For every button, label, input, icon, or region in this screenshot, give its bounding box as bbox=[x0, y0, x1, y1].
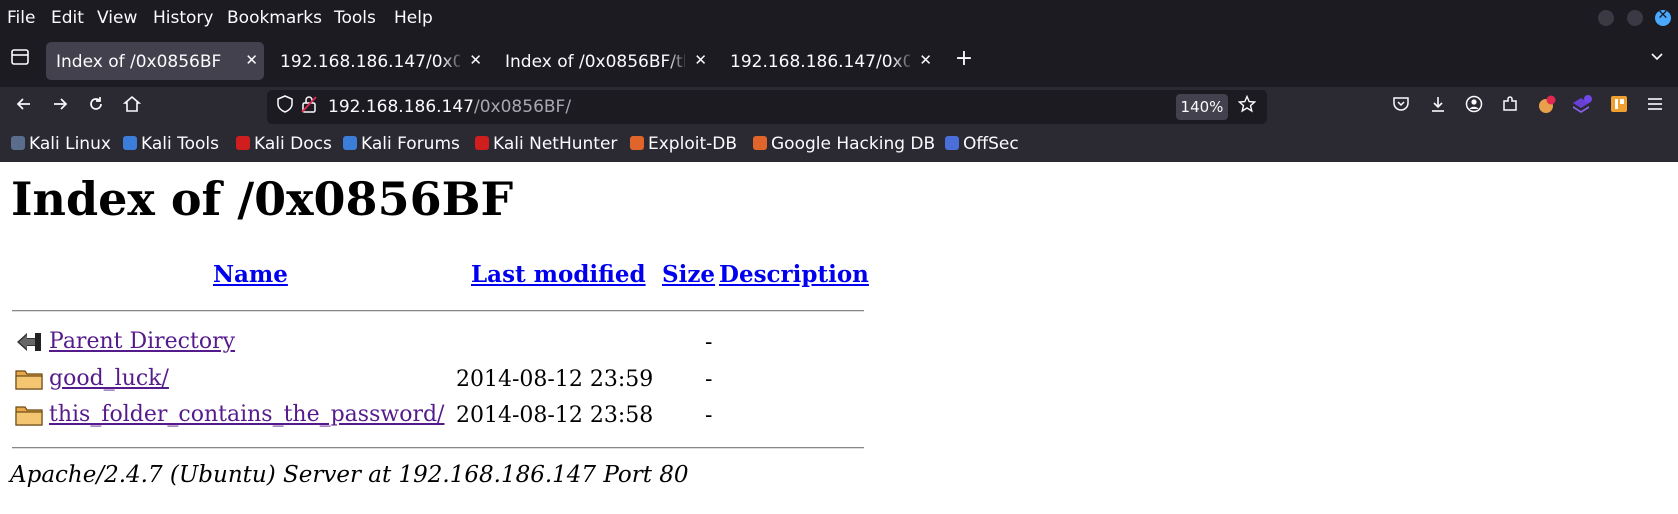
back-icon bbox=[15, 329, 43, 354]
tab-4-close-icon[interactable]: ✕ bbox=[919, 51, 932, 69]
tab-4[interactable]: 192.168.186.147/0x0856BF ✕ bbox=[720, 42, 938, 80]
bookmark-kali-forums[interactable]: Kali Forums bbox=[343, 134, 460, 154]
extension-icon-1[interactable] bbox=[1535, 95, 1559, 119]
kali-forums-icon bbox=[343, 136, 357, 150]
bookmarks-toolbar: Kali Linux Kali Tools Kali Docs Kali For… bbox=[0, 127, 1678, 162]
url-text[interactable]: 192.168.186.147/0x0856BF/ bbox=[328, 97, 571, 117]
close-icon: ✕ bbox=[1657, 8, 1669, 23]
row-name-link[interactable]: Parent Directory bbox=[49, 329, 235, 354]
bookmark-kali-tools[interactable]: Kali Tools bbox=[123, 134, 219, 154]
bookmark-exploit-db[interactable]: Exploit-DB bbox=[630, 134, 737, 154]
row-date: 2014-08-12 23:59 bbox=[456, 367, 654, 392]
account-icon[interactable] bbox=[1462, 95, 1486, 119]
tab-3-title: Index of /0x0856BF/this_folder bbox=[505, 52, 685, 72]
home-icon[interactable] bbox=[120, 95, 144, 119]
tab-1-close-icon[interactable]: ✕ bbox=[245, 51, 258, 69]
folder-icon bbox=[15, 366, 43, 391]
insecure-lock-icon[interactable] bbox=[297, 95, 321, 119]
close-window-button[interactable]: ✕ bbox=[1655, 8, 1671, 26]
exploit-db-icon bbox=[630, 136, 644, 150]
divider bbox=[12, 447, 864, 449]
url-bar[interactable]: 192.168.186.147/0x0856BF/ 140% bbox=[267, 90, 1267, 124]
bookmark-kali-nethunter[interactable]: Kali NetHunter bbox=[475, 134, 617, 154]
extension-icon-2[interactable] bbox=[1570, 95, 1594, 119]
row-size: - bbox=[705, 367, 713, 392]
tab-3[interactable]: Index of /0x0856BF/this_folder ✕ bbox=[495, 42, 713, 80]
page-content: Index of /0x0856BF Name Last modified Si… bbox=[0, 162, 1678, 514]
extensions-puzzle-icon[interactable] bbox=[1498, 95, 1522, 119]
maximize-button[interactable] bbox=[1627, 10, 1643, 26]
tab-1[interactable]: Index of /0x0856BF ✕ bbox=[46, 42, 264, 80]
nav-toolbar: 192.168.186.147/0x0856BF/ 140% bbox=[0, 87, 1678, 127]
new-tab-plus-icon[interactable]: + bbox=[952, 47, 976, 71]
column-header-name[interactable]: Name bbox=[213, 261, 288, 288]
tab-4-title: 192.168.186.147/0x0856BF bbox=[730, 52, 910, 72]
downloads-icon[interactable] bbox=[1426, 95, 1450, 119]
row-size: - bbox=[705, 403, 713, 428]
extension-icon-3[interactable] bbox=[1607, 95, 1631, 119]
menu-help[interactable]: Help bbox=[394, 8, 433, 28]
kali-dragon-icon bbox=[11, 136, 25, 150]
server-signature: Apache/2.4.7 (Ubuntu) Server at 192.168.… bbox=[10, 462, 689, 488]
tab-3-close-icon[interactable]: ✕ bbox=[694, 51, 707, 69]
list-all-tabs-chevron-icon[interactable] bbox=[1645, 47, 1669, 71]
url-path: /0x0856BF/ bbox=[474, 97, 572, 117]
tracking-protection-shield-icon[interactable] bbox=[273, 95, 297, 119]
folder-icon bbox=[15, 402, 43, 427]
minimize-button[interactable] bbox=[1598, 10, 1614, 26]
tab-2-close-icon[interactable]: ✕ bbox=[469, 51, 482, 69]
tab-overview-icon[interactable] bbox=[8, 47, 32, 71]
bookmark-google-hacking-db[interactable]: Google Hacking DB bbox=[753, 134, 935, 154]
menu-history[interactable]: History bbox=[153, 8, 213, 28]
reload-icon[interactable] bbox=[84, 95, 108, 119]
kali-nethunter-icon bbox=[475, 136, 489, 150]
column-header-last-modified[interactable]: Last modified bbox=[471, 261, 646, 288]
zoom-level-badge[interactable]: 140% bbox=[1176, 94, 1228, 120]
bookmark-offsec[interactable]: OffSec bbox=[945, 134, 1019, 154]
page-title: Index of /0x0856BF bbox=[11, 172, 514, 226]
column-header-description[interactable]: Description bbox=[719, 261, 869, 288]
pocket-icon[interactable] bbox=[1389, 95, 1413, 119]
kali-docs-icon bbox=[236, 136, 250, 150]
row-name-link[interactable]: good_luck/ bbox=[49, 366, 169, 391]
menu-file[interactable]: File bbox=[7, 8, 35, 28]
row-name-link[interactable]: this_folder_contains_the_password/ bbox=[49, 402, 444, 427]
tab-bar: Index of /0x0856BF ✕ 192.168.186.147/0x0… bbox=[0, 38, 1678, 83]
menu-view[interactable]: View bbox=[97, 8, 137, 28]
menu-bookmarks[interactable]: Bookmarks bbox=[227, 8, 322, 28]
back-arrow-icon[interactable] bbox=[12, 95, 36, 119]
google-hacking-db-icon bbox=[753, 136, 767, 150]
kali-tools-icon bbox=[123, 136, 137, 150]
tab-1-title: Index of /0x0856BF bbox=[56, 52, 222, 72]
bookmark-kali-linux[interactable]: Kali Linux bbox=[11, 134, 111, 154]
bookmark-kali-docs[interactable]: Kali Docs bbox=[236, 134, 332, 154]
row-size: - bbox=[705, 330, 713, 355]
menu-tools[interactable]: Tools bbox=[334, 8, 376, 28]
menu-edit[interactable]: Edit bbox=[51, 8, 84, 28]
row-date: 2014-08-12 23:58 bbox=[456, 403, 654, 428]
forward-arrow-icon[interactable] bbox=[48, 95, 72, 119]
column-header-size[interactable]: Size bbox=[662, 261, 715, 288]
tab-2[interactable]: 192.168.186.147/0x0856BF ✕ bbox=[270, 42, 488, 80]
tab-2-title: 192.168.186.147/0x0856BF bbox=[280, 52, 460, 72]
hamburger-menu-icon[interactable] bbox=[1643, 95, 1667, 119]
browser-chrome: File Edit View History Bookmarks Tools H… bbox=[0, 0, 1678, 162]
url-host: 192.168.186.147 bbox=[328, 97, 475, 117]
menu-bar: File Edit View History Bookmarks Tools H… bbox=[0, 0, 1678, 38]
divider bbox=[12, 310, 864, 312]
offsec-icon bbox=[945, 136, 959, 150]
bookmark-star-icon[interactable] bbox=[1235, 94, 1259, 119]
